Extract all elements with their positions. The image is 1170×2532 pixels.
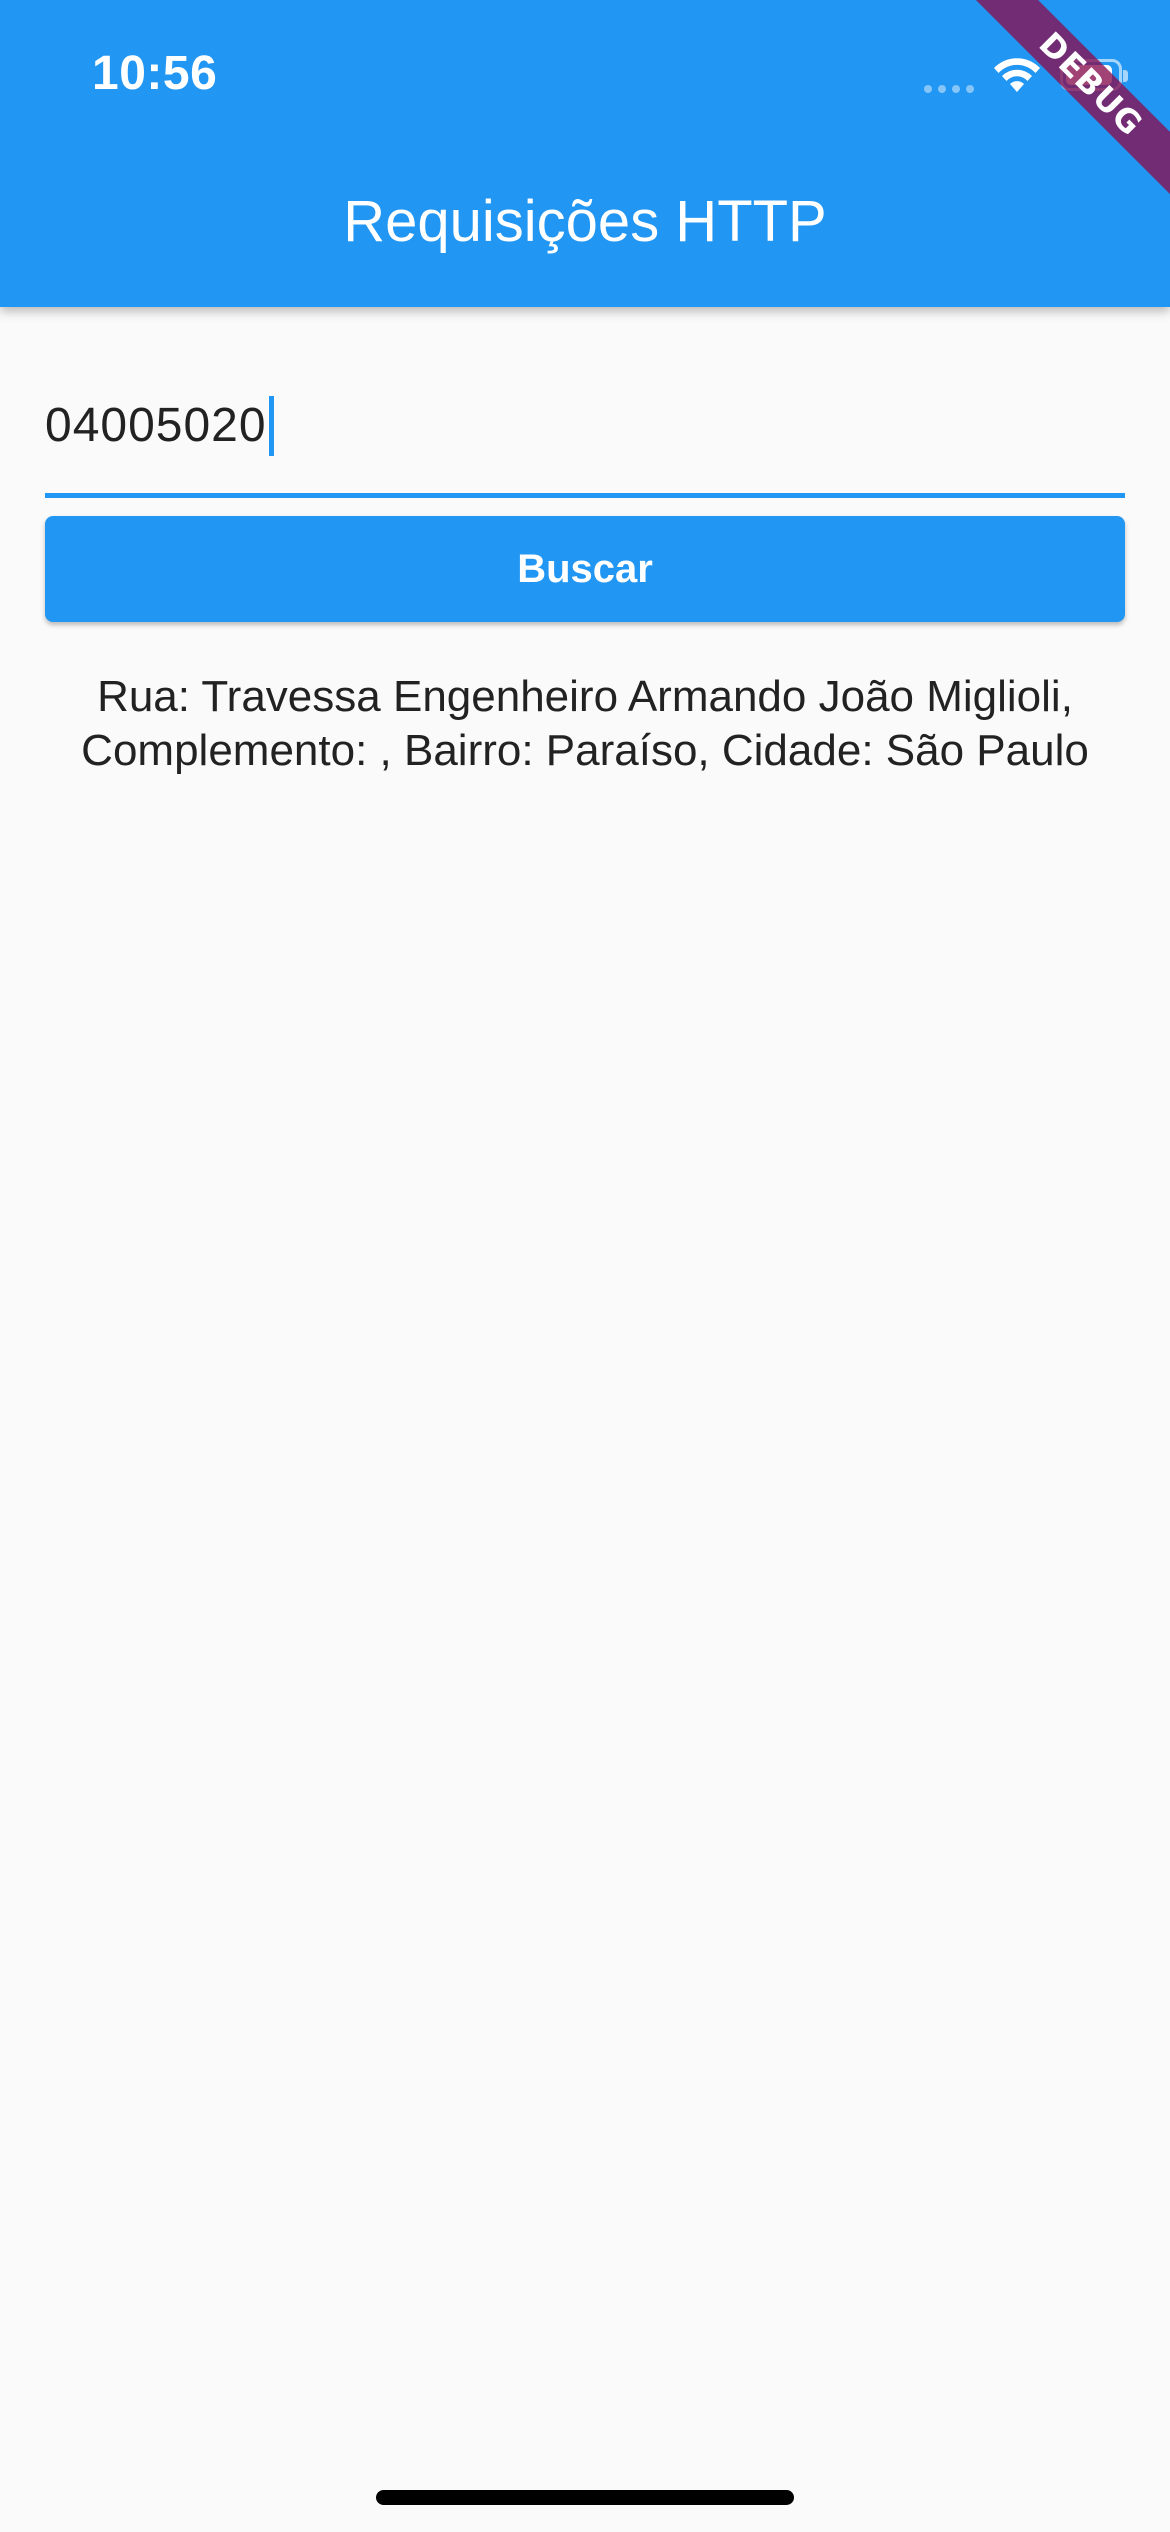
cep-field-underline xyxy=(45,493,1125,498)
status-time: 10:56 xyxy=(92,47,218,100)
app-bar: 10:56 Requisições HTTP xyxy=(0,0,1170,307)
cellular-signal-icon xyxy=(924,57,974,93)
text-cursor xyxy=(268,396,274,456)
search-button[interactable]: Buscar xyxy=(45,516,1125,622)
home-indicator[interactable] xyxy=(376,2490,794,2505)
cep-field[interactable]: 04005020 xyxy=(45,352,1125,498)
wifi-icon xyxy=(994,58,1040,92)
page-title: Requisições HTTP xyxy=(343,189,827,254)
address-result-text: Rua: Travessa Engenheiro Armando João Mi… xyxy=(81,672,1089,775)
cep-input-value: 04005020 xyxy=(45,396,274,456)
cep-input-text: 04005020 xyxy=(45,399,267,452)
